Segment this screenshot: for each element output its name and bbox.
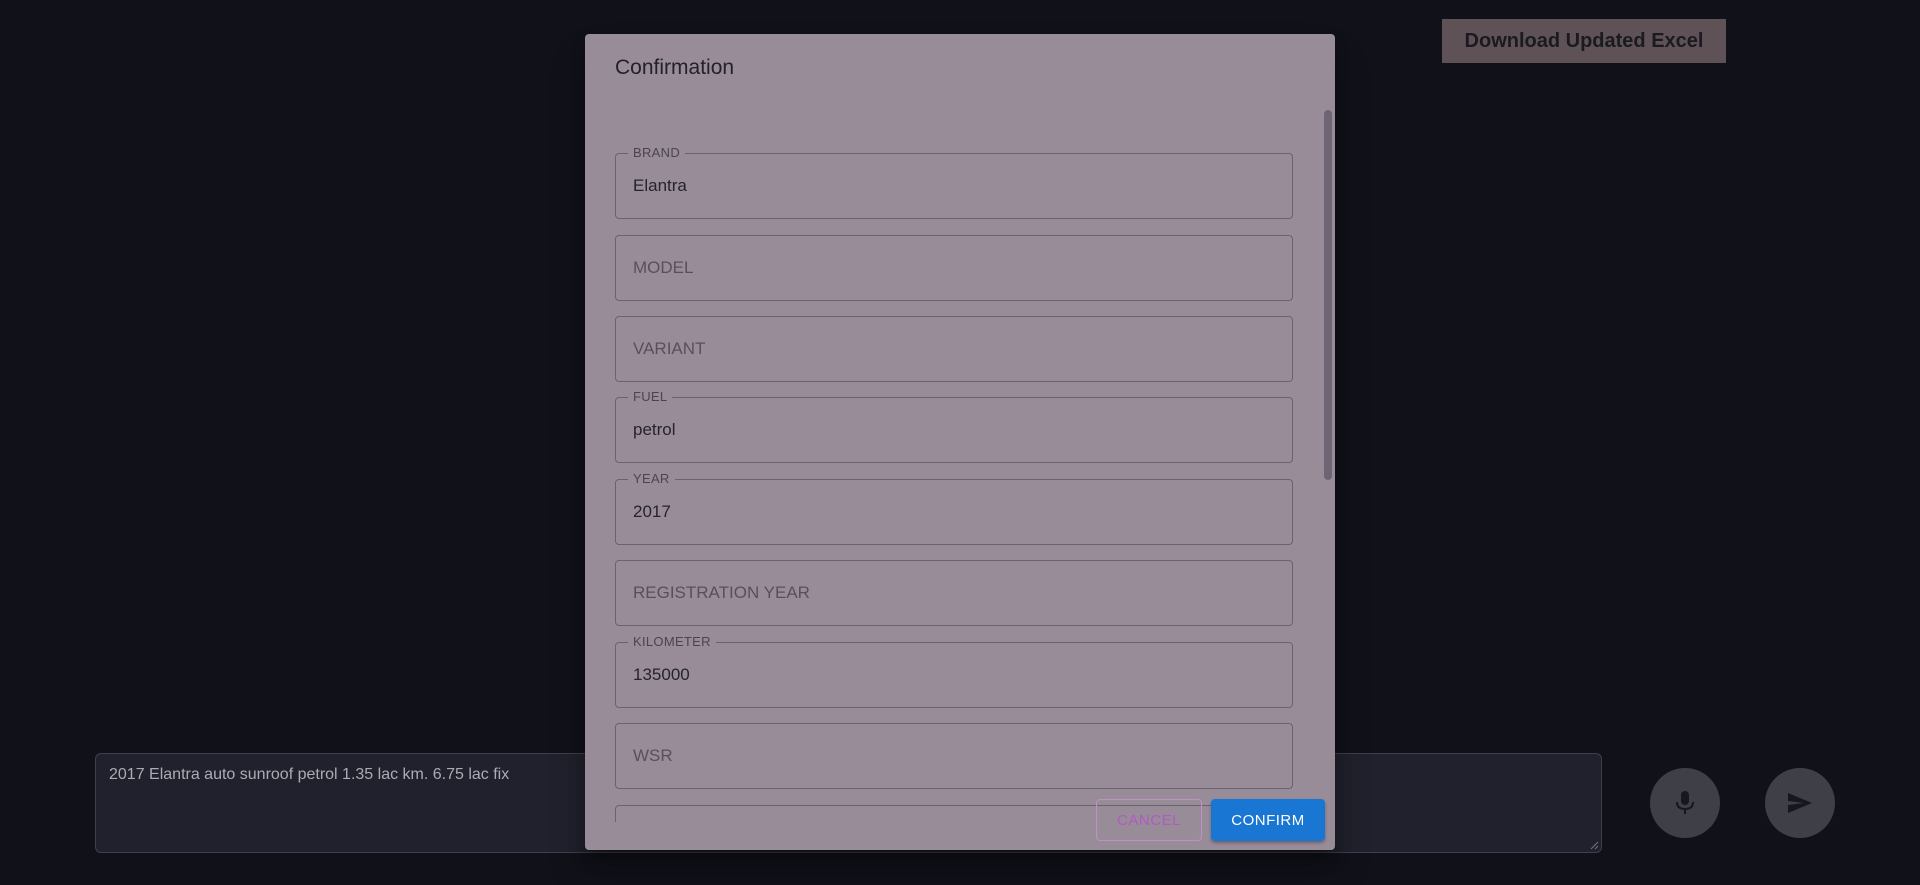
app-page: Download Updated Excel 2017 Elantra auto… (0, 0, 1920, 885)
year-field-label: YEAR (628, 472, 675, 486)
confirmation-dialog: Confirmation BRAND Elantra MODEL VARIANT… (585, 34, 1335, 850)
registration-year-field[interactable]: REGISTRATION YEAR (615, 560, 1293, 626)
dialog-content: BRAND Elantra MODEL VARIANT FUEL petrol … (585, 108, 1335, 822)
brand-field[interactable]: BRAND Elantra (615, 146, 1293, 219)
wsr-field[interactable]: WSR (615, 723, 1293, 789)
kilometer-field-value: 135000 (633, 665, 690, 684)
year-field-value: 2017 (633, 502, 671, 521)
year-field[interactable]: YEAR 2017 (615, 472, 1293, 545)
brand-field-label: BRAND (628, 146, 686, 160)
dialog-actions: CANCEL CONFIRM (585, 790, 1335, 850)
registration-year-field-label: REGISTRATION YEAR (633, 583, 810, 602)
confirm-button[interactable]: CONFIRM (1211, 799, 1325, 841)
dialog-title: Confirmation (615, 56, 735, 79)
variant-field-label: VARIANT (633, 339, 706, 358)
wsr-field-label: WSR (633, 746, 673, 765)
dialog-scrollbar[interactable] (1323, 110, 1333, 822)
variant-field[interactable]: VARIANT (615, 316, 1293, 382)
fuel-field[interactable]: FUEL petrol (615, 390, 1293, 463)
cancel-button[interactable]: CANCEL (1096, 799, 1202, 841)
fuel-field-value: petrol (633, 420, 676, 439)
kilometer-field[interactable]: KILOMETER 135000 (615, 635, 1293, 708)
model-field-label: MODEL (633, 258, 694, 277)
brand-field-value: Elantra (633, 176, 687, 195)
fuel-field-label: FUEL (628, 390, 673, 404)
dialog-scroll-thumb[interactable] (1324, 110, 1332, 480)
kilometer-field-label: KILOMETER (628, 635, 716, 649)
model-field[interactable]: MODEL (615, 235, 1293, 301)
